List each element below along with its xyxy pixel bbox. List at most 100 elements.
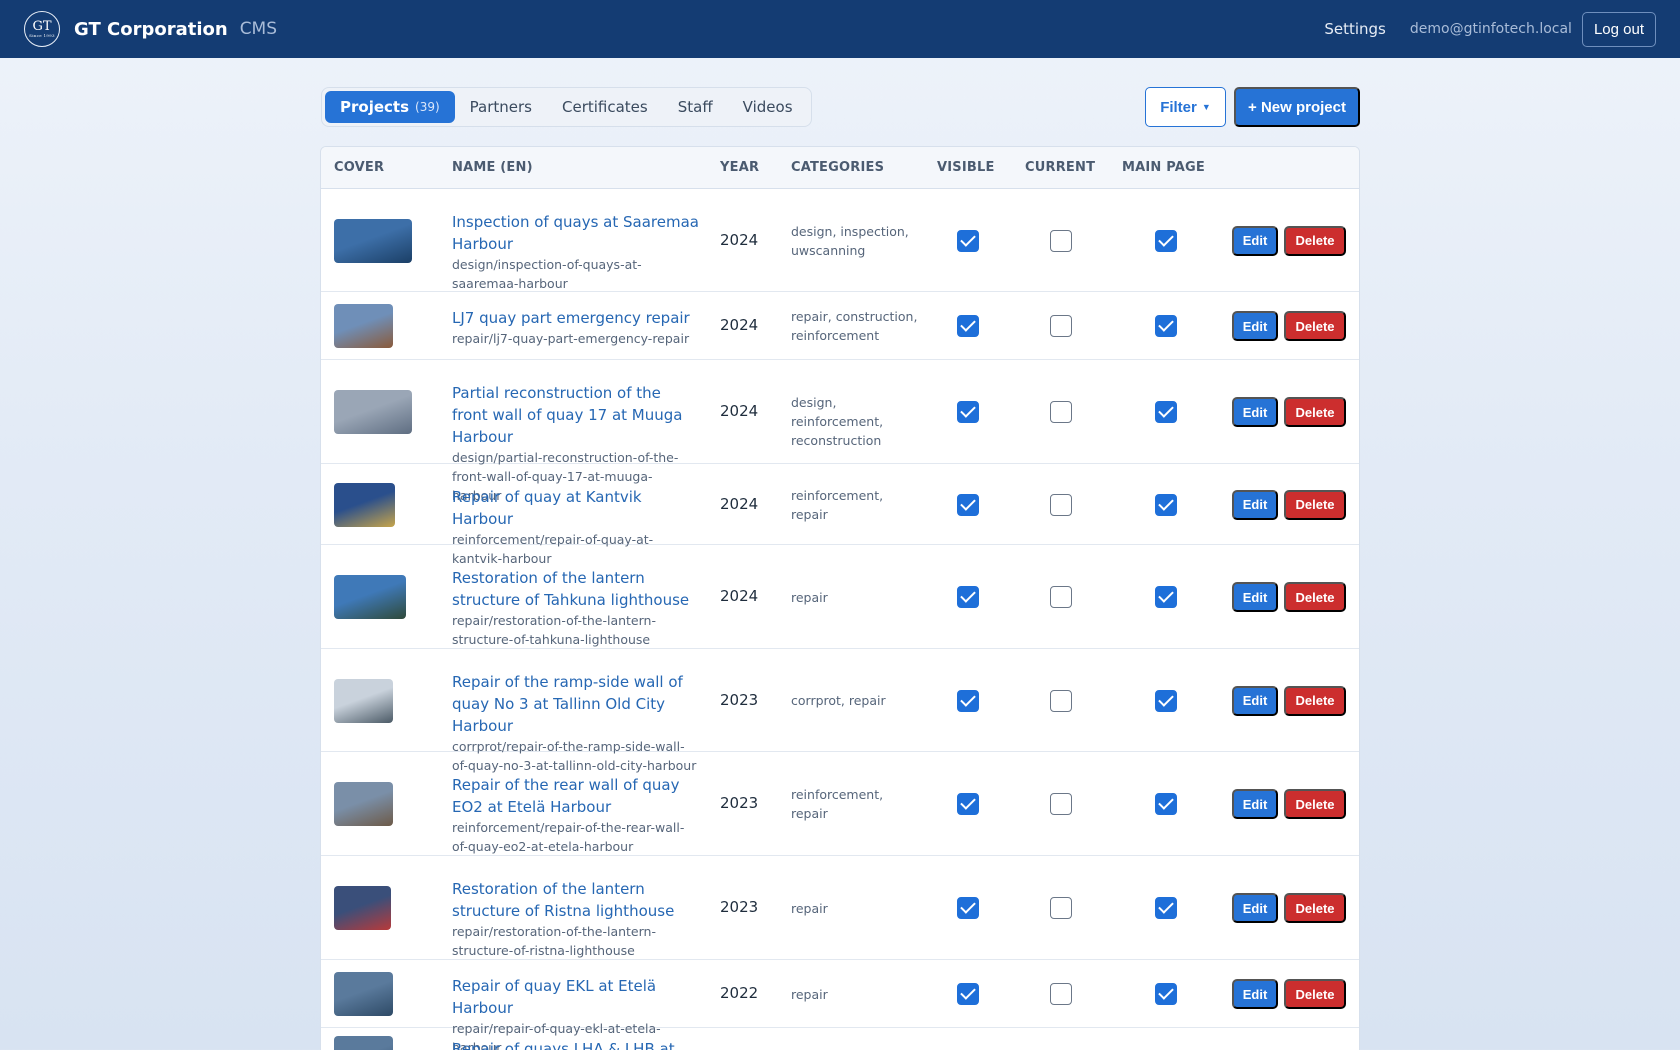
edit-button[interactable]: Edit xyxy=(1232,489,1278,520)
caret-down-icon: ▼ xyxy=(1201,102,1211,112)
column-header-name: NAME (EN) xyxy=(452,160,533,175)
table-body: Inspection of quays at Saaremaa Harbour … xyxy=(321,189,1359,1050)
tab-videos[interactable]: Videos xyxy=(728,91,808,123)
main-page-checkbox[interactable] xyxy=(1155,229,1177,252)
delete-button[interactable]: Delete xyxy=(1284,789,1346,819)
project-name-cell: Repair of the rear wall of quay EO2 at E… xyxy=(452,774,700,856)
edit-button[interactable]: Edit xyxy=(1232,979,1278,1009)
delete-button[interactable]: Delete xyxy=(1284,397,1346,427)
visible-checkbox[interactable] xyxy=(957,586,979,608)
project-name-link[interactable]: Partial reconstruction of the front wall… xyxy=(452,382,700,448)
cover-thumbnail[interactable] xyxy=(334,218,412,263)
project-slug: repair/restoration-of-the-lantern-struct… xyxy=(452,924,656,958)
new-project-button[interactable]: + New project xyxy=(1234,87,1360,127)
project-slug: design/inspection-of-quays-at-saaremaa-h… xyxy=(452,256,642,291)
project-name-cell: LJ7 quay part emergency repair repair/lj… xyxy=(452,307,700,348)
project-year: 2024 xyxy=(720,494,759,513)
cover-thumbnail[interactable] xyxy=(334,1036,393,1050)
project-name-link[interactable]: Restoration of the lantern structure of … xyxy=(452,567,700,611)
visible-checkbox[interactable] xyxy=(957,793,979,815)
delete-button[interactable]: Delete xyxy=(1284,311,1346,341)
visible-checkbox[interactable] xyxy=(957,689,979,712)
project-name-link[interactable]: Repair of quay EKL at Etelä Harbour xyxy=(452,975,700,1019)
project-categories: repair, construction, reinforcement xyxy=(791,309,918,343)
project-name-link[interactable]: Restoration of the lantern structure of … xyxy=(452,878,700,922)
tab-certificates[interactable]: Certificates xyxy=(547,91,663,123)
edit-button[interactable]: Edit xyxy=(1232,225,1278,256)
settings-link[interactable]: Settings xyxy=(1324,20,1386,38)
project-name-cell: Restoration of the lantern structure of … xyxy=(452,878,700,960)
delete-button[interactable]: Delete xyxy=(1284,489,1346,520)
cover-thumbnail[interactable] xyxy=(334,304,393,348)
filter-button[interactable]: Filter ▼ xyxy=(1145,87,1226,127)
main-page-checkbox[interactable] xyxy=(1155,793,1177,815)
edit-button[interactable]: Edit xyxy=(1232,685,1278,716)
current-checkbox[interactable] xyxy=(1050,983,1072,1005)
cover-thumbnail[interactable] xyxy=(334,782,393,826)
visible-checkbox[interactable] xyxy=(957,229,979,252)
project-year: 2024 xyxy=(720,230,759,249)
visible-checkbox[interactable] xyxy=(957,897,979,919)
edit-button[interactable]: Edit xyxy=(1232,789,1278,819)
edit-button[interactable]: Edit xyxy=(1232,397,1278,427)
main-page-checkbox[interactable] xyxy=(1155,897,1177,919)
visible-checkbox[interactable] xyxy=(957,315,979,337)
current-checkbox[interactable] xyxy=(1050,793,1072,815)
current-checkbox[interactable] xyxy=(1050,401,1072,423)
project-year: 2023 xyxy=(720,690,759,709)
visible-checkbox[interactable] xyxy=(957,983,979,1005)
main-page-checkbox[interactable] xyxy=(1155,983,1177,1005)
logout-button[interactable]: Log out xyxy=(1581,11,1656,47)
main-page-checkbox[interactable] xyxy=(1155,586,1177,608)
project-name-link[interactable]: Repair of quays LHA & LHB at Länsi xyxy=(452,1038,700,1050)
project-name-link[interactable]: Repair of quay at Kantvik Harbour xyxy=(452,486,700,530)
visible-checkbox[interactable] xyxy=(957,493,979,516)
main-page-checkbox[interactable] xyxy=(1155,315,1177,337)
cover-thumbnail[interactable] xyxy=(334,972,393,1016)
column-header-current: CURRENT xyxy=(1025,160,1096,175)
table-row: Repair of quay EKL at Etelä Harbour repa… xyxy=(321,960,1359,1050)
projects-table: COVER NAME (EN) YEAR CATEGORIES VISIBLE … xyxy=(320,146,1360,1050)
section-tabs: Projects (39) Partners Certificates Staf… xyxy=(321,87,812,127)
brand-name[interactable]: GT Corporation xyxy=(74,19,228,40)
delete-button[interactable]: Delete xyxy=(1284,582,1346,612)
company-logo[interactable]: GT Since 1993 xyxy=(24,11,60,47)
project-categories: reinforcement, repair xyxy=(791,487,884,522)
visible-checkbox[interactable] xyxy=(957,401,979,423)
table-header: COVER NAME (EN) YEAR CATEGORIES VISIBLE … xyxy=(321,147,1359,189)
current-checkbox[interactable] xyxy=(1050,493,1072,516)
current-checkbox[interactable] xyxy=(1050,315,1072,337)
project-year: 2024 xyxy=(720,587,759,605)
main-page-checkbox[interactable] xyxy=(1155,493,1177,516)
project-name-link[interactable]: LJ7 quay part emergency repair xyxy=(452,307,700,329)
tab-projects[interactable]: Projects (39) xyxy=(325,91,455,123)
current-checkbox[interactable] xyxy=(1050,229,1072,252)
current-checkbox[interactable] xyxy=(1050,586,1072,608)
project-name-link[interactable]: Repair of the ramp-side wall of quay No … xyxy=(452,671,700,737)
cover-thumbnail[interactable] xyxy=(334,575,406,619)
current-checkbox[interactable] xyxy=(1050,897,1072,919)
project-name-link[interactable]: Repair of the rear wall of quay EO2 at E… xyxy=(452,774,700,818)
main-page-checkbox[interactable] xyxy=(1155,401,1177,423)
project-name-link[interactable]: Inspection of quays at Saaremaa Harbour xyxy=(452,211,700,255)
current-checkbox[interactable] xyxy=(1050,689,1072,712)
project-year: 2024 xyxy=(720,316,759,334)
cover-thumbnail[interactable] xyxy=(334,390,412,434)
tab-partners[interactable]: Partners xyxy=(455,91,547,123)
tab-staff[interactable]: Staff xyxy=(663,91,728,123)
main-page-checkbox[interactable] xyxy=(1155,689,1177,712)
cover-thumbnail[interactable] xyxy=(334,886,391,930)
table-row: Inspection of quays at Saaremaa Harbour … xyxy=(321,189,1359,292)
delete-button[interactable]: Delete xyxy=(1284,979,1346,1009)
edit-button[interactable]: Edit xyxy=(1232,311,1278,341)
column-header-year: YEAR xyxy=(720,160,760,175)
brand-subtitle: CMS xyxy=(239,19,278,39)
cover-thumbnail[interactable] xyxy=(334,482,395,527)
delete-button[interactable]: Delete xyxy=(1284,225,1346,256)
projects-count-badge: (39) xyxy=(415,100,440,114)
edit-button[interactable]: Edit xyxy=(1232,582,1278,612)
delete-button[interactable]: Delete xyxy=(1284,685,1346,716)
edit-button[interactable]: Edit xyxy=(1232,893,1278,923)
cover-thumbnail[interactable] xyxy=(334,678,393,723)
delete-button[interactable]: Delete xyxy=(1284,893,1346,923)
